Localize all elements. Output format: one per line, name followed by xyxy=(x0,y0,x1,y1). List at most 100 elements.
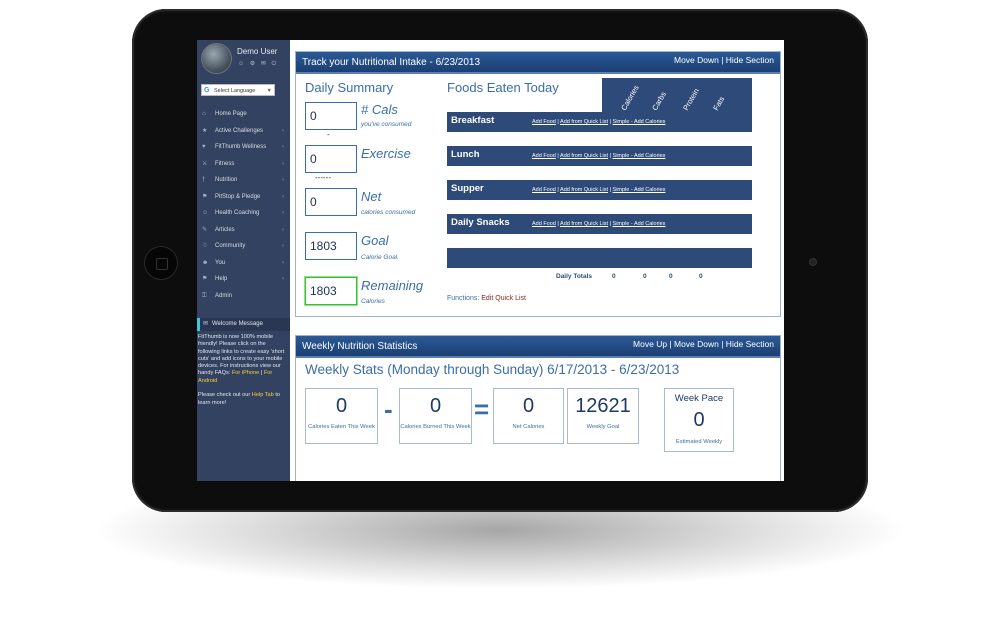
edit-quick-list-link[interactable]: Edit Quick List xyxy=(481,295,526,302)
sidebar-item-label: Active Challenges xyxy=(215,127,264,134)
chevron-left-icon: ‹ xyxy=(282,210,284,216)
add-food-link[interactable]: Add Food xyxy=(532,153,556,159)
intake-title: Track your Nutritional Intake - 6/23/201… xyxy=(302,57,481,68)
language-select-label: Select Language xyxy=(214,88,256,94)
functions-label: Functions: xyxy=(447,295,480,302)
sidebar-item-label: Community xyxy=(215,243,246,249)
calories-burned-value: 0 xyxy=(429,395,442,417)
week-pace-box: Week Pace 0 Estimated Weekly xyxy=(664,388,734,452)
sidebar-item-label: Help xyxy=(215,276,228,282)
add-food-link[interactable]: Add Food xyxy=(532,221,556,227)
home-button xyxy=(144,246,178,280)
meal-row-daily-snacks: Daily Snacks Add Food | Add from Quick L… xyxy=(447,214,752,234)
total-carbs: 0 xyxy=(643,273,647,280)
sidebar-item-label: FitThumb Wellness xyxy=(215,144,267,150)
screen: Demo User ☺ ⚙ ✉ ⏻ G Select Language ▼ ⌂ H… xyxy=(197,40,784,481)
coach-icon: ☺ xyxy=(202,210,209,216)
totals-bar xyxy=(447,248,752,268)
goal-field: 1803 xyxy=(305,232,357,260)
net-field: 0 xyxy=(305,188,357,216)
google-icon: G xyxy=(204,87,210,94)
sidebar-item-fitness[interactable]: ⚔ Fitness ‹ xyxy=(197,156,290,173)
meal-name: Lunch xyxy=(451,149,480,160)
add-food-link[interactable]: Add Food xyxy=(532,119,556,125)
goal-sub: Calorie Goal. xyxy=(361,254,399,261)
intake-panel-header: Track your Nutritional Intake - 6/23/201… xyxy=(296,52,780,74)
sidebar-item-home[interactable]: ⌂ Home Page xyxy=(197,106,290,123)
flag-icon: ⚑ xyxy=(202,193,208,200)
simple-add-calories-link[interactable]: Simple - Add Calories xyxy=(613,119,666,125)
sidebar-item-nutrition[interactable]: † Nutrition ‹ xyxy=(197,172,290,189)
simple-add-calories-link[interactable]: Simple - Add Calories xyxy=(613,153,666,159)
sidebar-item-label: PitStop & Pledge xyxy=(215,193,261,200)
add-from-quick-list-link[interactable]: Add from Quick List xyxy=(560,153,608,159)
main-content: Track your Nutritional Intake - 6/23/201… xyxy=(290,40,784,481)
chevron-left-icon: ‹ xyxy=(282,226,284,233)
welcome-message-title: Welcome Message xyxy=(212,321,263,327)
weekly-stats-subtitle: Weekly Stats (Monday through Sunday) 6/1… xyxy=(305,362,680,377)
sidebar-item-label: Admin xyxy=(215,292,233,299)
bike-icon: ⚔ xyxy=(202,160,208,167)
add-from-quick-list-link[interactable]: Add from Quick List xyxy=(560,221,608,227)
sidebar-item-you[interactable]: ☻ You ‹ xyxy=(197,255,290,272)
weekly-section-tools[interactable]: Move Up | Move Down | Hide Section xyxy=(633,333,774,355)
sidebar-item-community[interactable]: ☃ Community ‹ xyxy=(197,238,290,255)
community-icon: ☃ xyxy=(202,243,208,249)
home-icon: ⌂ xyxy=(202,111,206,117)
meal-row-lunch: Lunch Add Food | Add from Quick List | S… xyxy=(447,146,752,166)
nutrient-column-header: Calories Carbs Protein Fats xyxy=(602,78,752,114)
chevron-left-icon: ‹ xyxy=(282,177,284,183)
user-icon: ☻ xyxy=(202,259,209,266)
sidebar-item-help[interactable]: ⚑ Help ‹ xyxy=(197,271,290,288)
sidebar-item-articles[interactable]: ✎ Articles ‹ xyxy=(197,222,290,239)
home-square-icon xyxy=(156,258,168,270)
intake-section-tools[interactable]: Move Down | Hide Section xyxy=(674,49,774,71)
daily-totals-label: Daily Totals xyxy=(556,273,593,280)
meal-name: Supper xyxy=(451,183,484,194)
chevron-down-icon: ▼ xyxy=(266,88,272,94)
meal-name: Breakfast xyxy=(451,115,495,126)
language-select[interactable]: G Select Language ▼ xyxy=(201,84,275,96)
chevron-left-icon: ‹ xyxy=(282,160,284,167)
meal-name: Daily Snacks xyxy=(451,217,510,228)
chevron-left-icon: ‹ xyxy=(282,276,284,282)
user-action-icons[interactable]: ☺ ⚙ ✉ ⏻ xyxy=(238,60,278,68)
chevron-left-icon: ‹ xyxy=(282,144,284,150)
sidebar-item-wellness[interactable]: ♥ FitThumb Wellness ‹ xyxy=(197,139,290,156)
add-food-link[interactable]: Add Food xyxy=(532,187,556,193)
sidebar-item-admin[interactable]: ⚿ Admin xyxy=(197,288,290,305)
calories-burned-label: Calories Burned This Week xyxy=(400,424,471,430)
sidebar-item-health-coaching[interactable]: ☺ Health Coaching ‹ xyxy=(197,205,290,222)
add-from-quick-list-link[interactable]: Add from Quick List xyxy=(560,119,608,125)
minus-operator: - xyxy=(384,394,393,424)
sidebar-item-label: Health Coaching xyxy=(215,210,260,216)
welcome-message-header[interactable]: ✉ Welcome Message xyxy=(197,318,290,331)
functions-row: Functions: Edit Quick List xyxy=(447,295,526,302)
avatar[interactable] xyxy=(202,44,231,73)
column-protein: Protein xyxy=(681,86,701,112)
weekly-goal-box: 12621 Weekly Goal xyxy=(567,388,639,444)
dash-divider: ------ xyxy=(315,173,331,182)
meal-links: Add Food | Add from Quick List | Simple … xyxy=(532,112,665,132)
meal-row-supper: Supper Add Food | Add from Quick List | … xyxy=(447,180,752,200)
intake-panel: Track your Nutritional Intake - 6/23/201… xyxy=(295,51,781,317)
foods-eaten-title: Foods Eaten Today xyxy=(447,80,559,95)
simple-add-calories-link[interactable]: Simple - Add Calories xyxy=(613,187,666,193)
add-from-quick-list-link[interactable]: Add from Quick List xyxy=(560,187,608,193)
camera-icon xyxy=(810,259,816,265)
chevron-left-icon: ‹ xyxy=(282,193,284,200)
calories-eaten-value: 0 xyxy=(335,395,348,417)
meal-links: Add Food | Add from Quick List | Simple … xyxy=(532,146,665,166)
net-calories-label: Net Calories xyxy=(512,424,545,430)
cals-sub: you've consumed xyxy=(361,121,412,128)
simple-add-calories-link[interactable]: Simple - Add Calories xyxy=(613,221,666,227)
week-pace-value: 0 xyxy=(693,409,705,431)
iphone-link[interactable]: For iPhone xyxy=(232,370,259,376)
exercise-label: Exercise xyxy=(361,146,411,161)
net-label: Net xyxy=(361,189,382,204)
sidebar-item-active-challenges[interactable]: ★ Active Challenges ‹ xyxy=(197,123,290,140)
sidebar-item-pitstop[interactable]: ⚑ PitStop & Pledge ‹ xyxy=(197,189,290,206)
help-tab-link[interactable]: Help Tab xyxy=(252,392,274,398)
week-pace-title: Week Pace xyxy=(674,393,724,404)
calories-eaten-box: 0 Calories Eaten This Week xyxy=(305,388,378,444)
